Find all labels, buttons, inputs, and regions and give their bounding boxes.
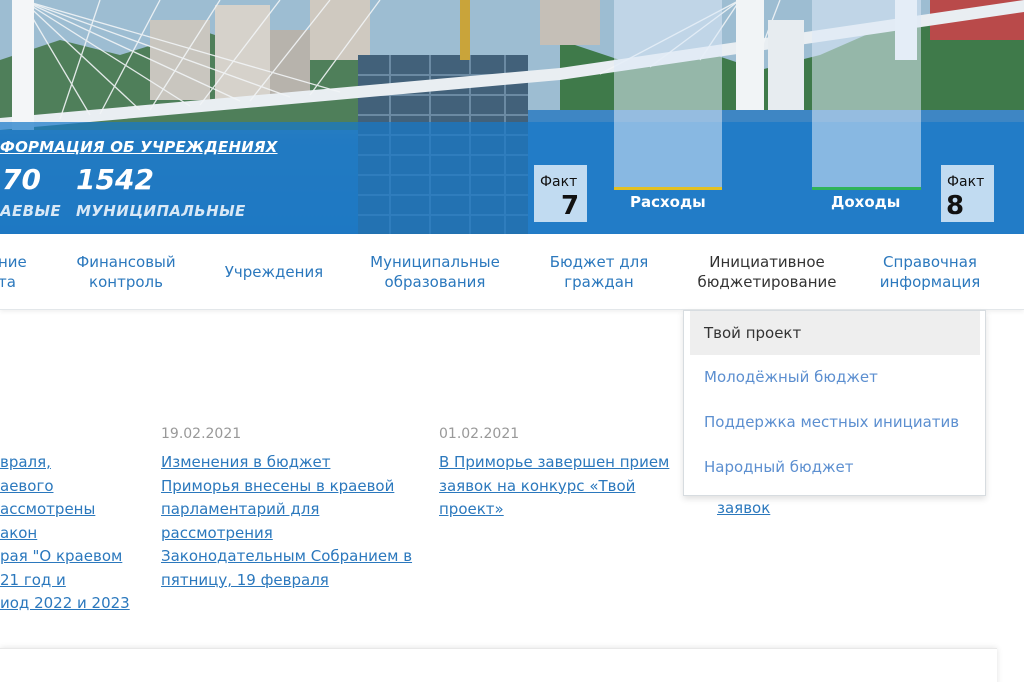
news-item-text[interactable]: враля, аевого ассмотрены акон рая "О кра… — [0, 451, 130, 616]
nav-item-financial-control[interactable]: Финансовый контроль — [64, 252, 188, 292]
fact-box-income: Факт 8 — [941, 165, 994, 222]
income-bar — [812, 0, 921, 190]
fact-label: Факт — [947, 174, 985, 190]
news-item-text[interactable]: Изменения в бюджет Приморья внесены в кр… — [161, 451, 412, 592]
news-date: 01.02.2021 — [439, 426, 520, 442]
content-card — [0, 648, 997, 682]
dropdown-item-your-project[interactable]: Твой проект — [690, 311, 980, 355]
expenses-label[interactable]: Расходы — [630, 193, 706, 211]
fact-value: 8 — [946, 191, 965, 221]
expenses-bar — [614, 0, 722, 190]
news-item-text[interactable]: заявок — [717, 497, 770, 521]
income-bar-line — [812, 187, 921, 190]
nav-item-reference-info[interactable]: Справочная информация — [866, 252, 994, 292]
municipal-count: 1542 — [76, 163, 154, 196]
nav-item-budget[interactable]: ние та — [0, 252, 28, 292]
news-item-text[interactable]: В Приморье завершен прием заявок на конк… — [439, 451, 669, 522]
initiative-budgeting-dropdown: Твой проект Молодёжный бюджет Поддержка … — [683, 310, 986, 496]
nav-item-municipalities[interactable]: Муниципальные образования — [358, 252, 512, 292]
regional-label: АЕВЫЕ — [0, 202, 62, 220]
fact-box-expenses: Факт 7 — [534, 165, 587, 222]
fact-label: Факт — [540, 174, 578, 190]
dropdown-item-peoples-budget[interactable]: Народный бюджет — [690, 445, 980, 489]
hero-banner: ФОРМАЦИЯ ОБ УЧРЕЖДЕНИЯХ 70 АЕВЫЕ 1542 МУ… — [0, 0, 1024, 234]
institutions-info-link[interactable]: ФОРМАЦИЯ ОБ УЧРЕЖДЕНИЯХ — [0, 138, 278, 156]
dropdown-item-youth-budget[interactable]: Молодёжный бюджет — [690, 355, 980, 399]
fact-value: 7 — [561, 191, 580, 221]
dropdown-item-local-initiatives[interactable]: Поддержка местных инициатив — [690, 400, 980, 444]
main-navigation: ние та Финансовый контроль Учреждения Му… — [0, 234, 1024, 310]
nav-item-initiative-budgeting[interactable]: Инициативное бюджетирование — [686, 252, 848, 292]
municipal-label: МУНИЦИПАЛЬНЫЕ — [76, 202, 246, 220]
news-date: 19.02.2021 — [161, 426, 242, 442]
income-label[interactable]: Доходы — [831, 193, 900, 211]
nav-item-budget-for-citizens[interactable]: Бюджет для граждан — [534, 252, 664, 292]
regional-count: 70 — [2, 163, 41, 196]
expenses-bar-line — [614, 187, 722, 190]
nav-item-institutions[interactable]: Учреждения — [212, 262, 336, 282]
